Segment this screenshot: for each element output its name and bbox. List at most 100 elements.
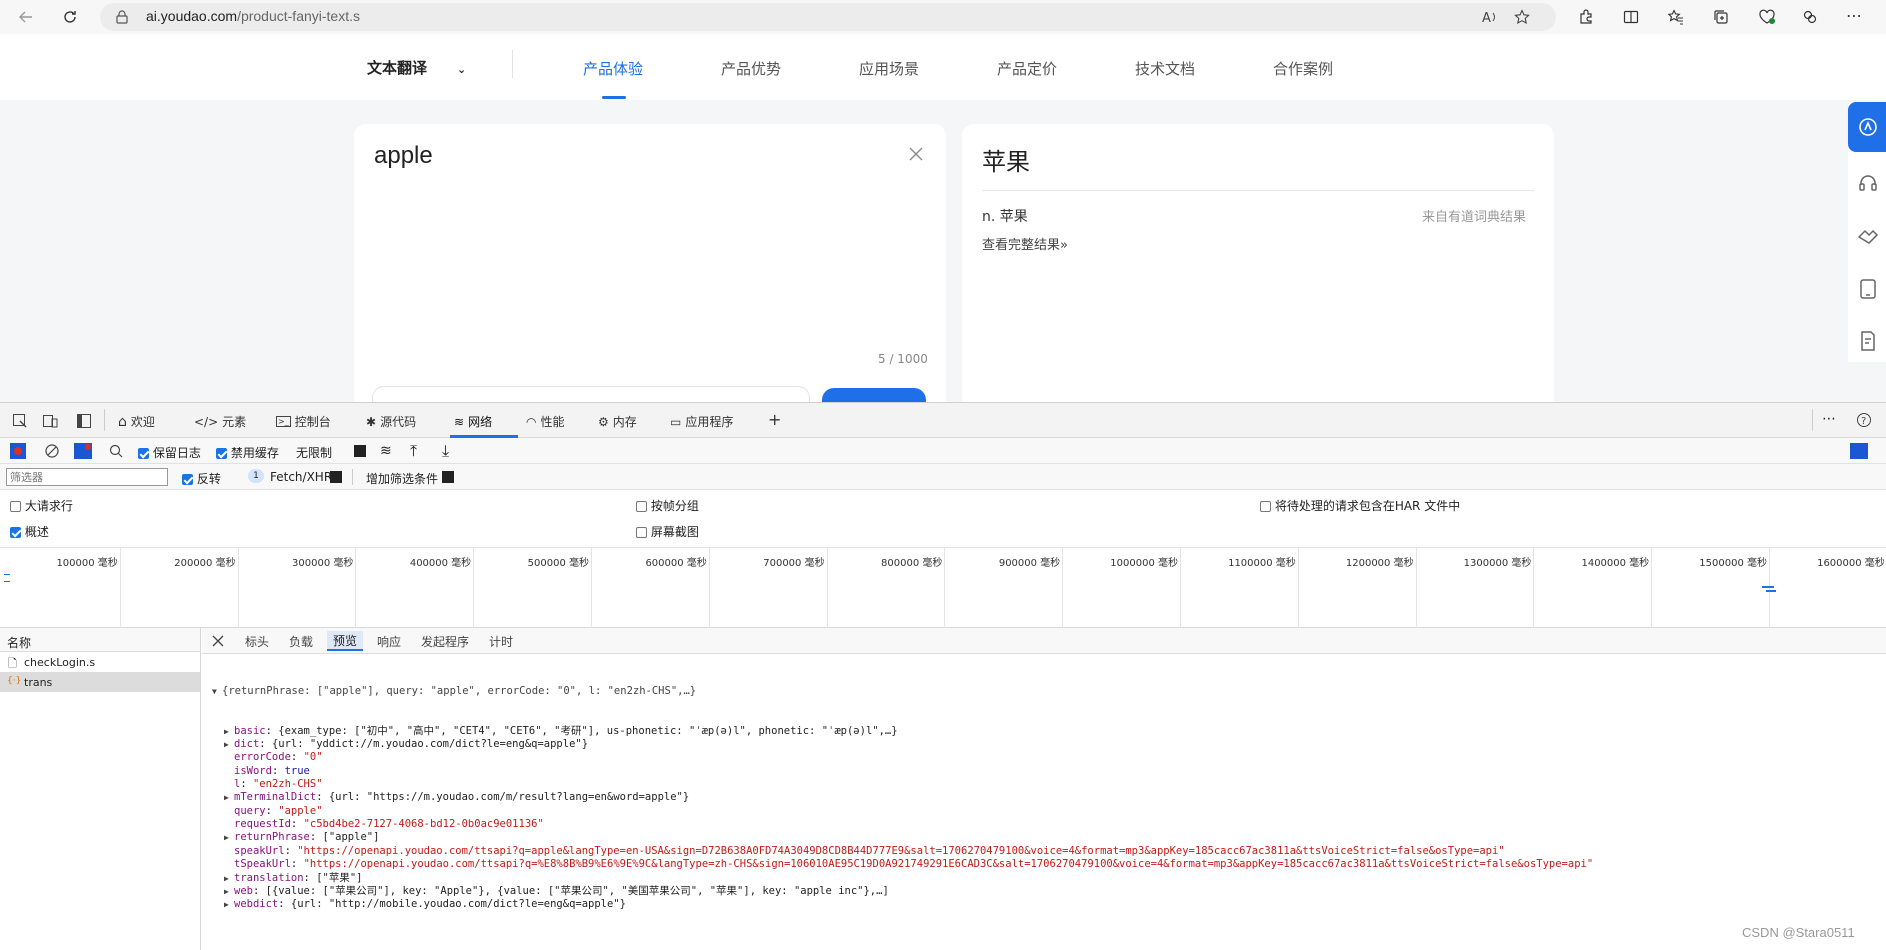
nav-tab-experience[interactable]: 产品体验: [583, 58, 643, 79]
tab-welcome[interactable]: ⌂ 欢迎: [118, 413, 155, 430]
tab-elements[interactable]: </> 元素: [194, 413, 246, 430]
device-toggle-icon[interactable]: [42, 413, 58, 429]
json-value: {url: "yddict://m.youdao.com/dict?le=eng…: [271, 738, 589, 751]
json-property-row[interactable]: ▶ mTerminalDict: {url: "https://m.youdao.…: [212, 791, 1882, 804]
throttle-select[interactable]: 无限制: [296, 444, 332, 461]
console-icon: >_: [276, 416, 291, 427]
more-options-icon[interactable]: ⋯: [1822, 411, 1836, 427]
invert-checkbox[interactable]: 反转: [182, 470, 221, 487]
clear-icon[interactable]: [44, 443, 60, 459]
close-icon[interactable]: [212, 635, 224, 647]
add-tab-icon[interactable]: +: [768, 410, 781, 429]
tab-headers[interactable]: 标头: [245, 633, 269, 650]
inspect-icon[interactable]: [12, 413, 28, 429]
extensions-icon[interactable]: [1578, 9, 1594, 25]
tab-payload[interactable]: 负载: [289, 633, 313, 650]
json-value: "en2zh-CHS": [252, 778, 323, 791]
read-aloud-icon[interactable]: A: [1482, 9, 1498, 25]
address-bar[interactable]: ai.youdao.com/product-fanyi-text.s A: [100, 3, 1556, 31]
tab-memory[interactable]: ⚙ 内存: [598, 413, 637, 430]
collapsed-triangle-icon[interactable]: ▶: [224, 898, 234, 911]
network-conditions-icon[interactable]: ≋: [380, 443, 392, 459]
screenshots-checkbox[interactable]: 屏幕截图: [636, 523, 699, 540]
throttle-dropdown-icon[interactable]: [354, 445, 366, 457]
network-timeline[interactable]: 100000 毫秒 200000 毫秒 300000 毫秒 400000 毫秒 5000…: [0, 548, 1886, 628]
product-select[interactable]: 文本翻译 ⌄: [367, 57, 466, 78]
disable-cache-checkbox[interactable]: 禁用缓存: [216, 444, 279, 461]
nav-tab-scenarios[interactable]: 应用场景: [859, 58, 919, 79]
tab-sources[interactable]: ✱ 源代码: [366, 413, 416, 430]
translate-button[interactable]: [822, 388, 926, 402]
collections-icon[interactable]: [1713, 9, 1729, 25]
import-har-icon[interactable]: ⤒: [410, 441, 417, 461]
nav-tab-pricing[interactable]: 产品定价: [997, 58, 1057, 79]
tab-preview[interactable]: 预览: [327, 631, 364, 651]
collapsed-triangle-icon[interactable]: ▶: [224, 738, 234, 751]
json-property-row[interactable]: ▶ web: [{value: ["苹果公司"], key: "Apple"}, …: [212, 885, 1882, 898]
json-key: tSpeakUrl: [234, 858, 291, 871]
json-property-row[interactable]: ▶ dict: {url: "yddict://m.youdao.com/dict…: [212, 738, 1882, 751]
language-selector[interactable]: [372, 386, 810, 402]
nav-tab-advantages[interactable]: 产品优势: [721, 58, 781, 79]
preserve-log-checkbox[interactable]: 保留日志: [138, 444, 201, 461]
side-tool-ai[interactable]: [1848, 102, 1886, 152]
tab-network[interactable]: ≋ 网络: [454, 413, 492, 430]
list-item[interactable]: 🗋 checkLogin.s: [0, 652, 200, 672]
search-icon[interactable]: [108, 443, 124, 459]
collapsed-triangle-icon[interactable]: ▶: [224, 725, 234, 738]
tab-initiator[interactable]: 发起程序: [421, 633, 469, 650]
reload-button[interactable]: [58, 5, 82, 29]
split-screen-icon[interactable]: [1623, 9, 1639, 25]
source-text-input[interactable]: apple: [374, 142, 433, 170]
back-button[interactable]: [14, 5, 38, 29]
list-item[interactable]: {·} trans: [0, 672, 200, 692]
devtools-panel: ⌂ 欢迎 </> 元素 >_ 控制台 ✱ 源代码 ≋ 网络 ◠ 性能 ⚙ 内存 ▭ 应用程序 +…: [0, 402, 1886, 950]
export-har-icon[interactable]: ⤓: [442, 441, 449, 461]
browser-essentials-icon[interactable]: [1758, 9, 1776, 25]
more-filters-button[interactable]: 增加筛选条件: [366, 470, 438, 487]
more-filters-dropdown-icon[interactable]: [442, 471, 454, 483]
overview-checkbox[interactable]: 概述: [10, 523, 49, 540]
document-edit-icon[interactable]: [1858, 330, 1878, 352]
more-menu-icon[interactable]: ⋯: [1846, 6, 1862, 25]
json-root-summary[interactable]: ▼ {returnPhrase: ["apple"], query: "apple…: [212, 685, 1882, 698]
json-property-row[interactable]: ▶ basic: {exam_type: ["初中", "高中", "CET4",…: [212, 725, 1882, 738]
type-dropdown-icon[interactable]: [330, 471, 342, 483]
json-property-row[interactable]: ▶ returnPhrase: ["apple"]: [212, 831, 1882, 844]
nav-tab-cases[interactable]: 合作案例: [1273, 58, 1333, 79]
collapsed-triangle-icon[interactable]: ▶: [224, 872, 234, 885]
tab-timing[interactable]: 计时: [489, 633, 513, 650]
copilot-icon[interactable]: [1802, 9, 1818, 25]
handshake-icon[interactable]: [1857, 226, 1879, 248]
timeline-gridline: [1180, 548, 1181, 628]
collapsed-triangle-icon[interactable]: ▶: [224, 885, 234, 898]
tablet-icon[interactable]: [1858, 278, 1878, 300]
json-key: query: [234, 804, 266, 817]
record-button[interactable]: [10, 443, 26, 459]
tab-performance[interactable]: ◠ 性能: [526, 413, 565, 430]
sidebar-toggle-icon[interactable]: [76, 413, 92, 429]
close-icon[interactable]: [908, 146, 924, 162]
network-settings-icon[interactable]: [1850, 443, 1868, 459]
tab-application[interactable]: ▭ 应用程序: [670, 413, 733, 430]
nav-tab-docs[interactable]: 技术文档: [1135, 58, 1195, 79]
divider: [352, 469, 353, 485]
har-pending-checkbox[interactable]: 将待处理的请求包含在HAR 文件中: [1260, 497, 1460, 514]
tab-console[interactable]: >_ 控制台: [276, 413, 331, 430]
request-type-filter[interactable]: Fetch/XHR: [270, 470, 332, 484]
full-result-link[interactable]: 查看完整结果»: [982, 234, 1068, 253]
favorite-star-icon[interactable]: [1514, 9, 1530, 25]
collapsed-triangle-icon[interactable]: ▶: [224, 831, 234, 844]
filter-input[interactable]: [6, 468, 168, 486]
headset-icon[interactable]: [1857, 172, 1879, 194]
json-property-row[interactable]: ▶ webdict: {url: "http://mobile.youdao.co…: [212, 898, 1882, 911]
json-property-row[interactable]: ▶ translation: ["苹果"]: [212, 872, 1882, 885]
ai-assistant-icon: [1859, 118, 1877, 136]
filter-toggle-icon[interactable]: [74, 443, 92, 459]
help-icon[interactable]: ?: [1856, 412, 1872, 428]
big-rows-checkbox[interactable]: 大请求行: [10, 497, 73, 514]
group-by-frame-checkbox[interactable]: 按帧分组: [636, 497, 699, 514]
tab-response[interactable]: 响应: [377, 633, 401, 650]
favorites-icon[interactable]: [1668, 9, 1684, 25]
collapsed-triangle-icon[interactable]: ▶: [224, 791, 234, 804]
